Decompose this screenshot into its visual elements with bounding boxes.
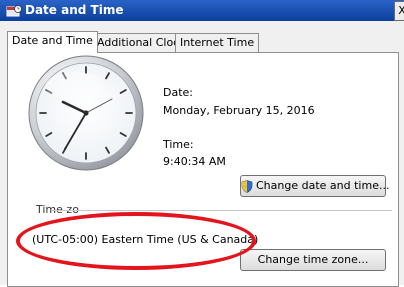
change-date-and-time-label: Change date and time... xyxy=(256,179,389,192)
time-label: Time: xyxy=(163,138,194,151)
group-divider xyxy=(52,210,392,211)
analog-clock-icon xyxy=(27,54,145,172)
date-value: Monday, February 15, 2016 xyxy=(163,104,315,117)
change-date-and-time-button[interactable]: Change date and time... xyxy=(240,175,386,197)
time-value: 9:40:34 AM xyxy=(163,155,226,168)
tab-internet-time[interactable]: Internet Time xyxy=(175,33,259,52)
close-button[interactable]: X xyxy=(394,1,404,21)
tab-date-and-time[interactable]: Date and Time xyxy=(7,31,98,53)
date-time-app-icon xyxy=(6,4,22,17)
title-bar: Date and Time X xyxy=(0,0,404,21)
change-time-zone-button[interactable]: Change time zone... xyxy=(240,249,386,271)
red-highlight-ellipse xyxy=(16,212,256,270)
uac-shield-icon xyxy=(241,180,253,193)
window-title: Date and Time xyxy=(25,3,123,17)
date-label: Date: xyxy=(163,86,193,99)
